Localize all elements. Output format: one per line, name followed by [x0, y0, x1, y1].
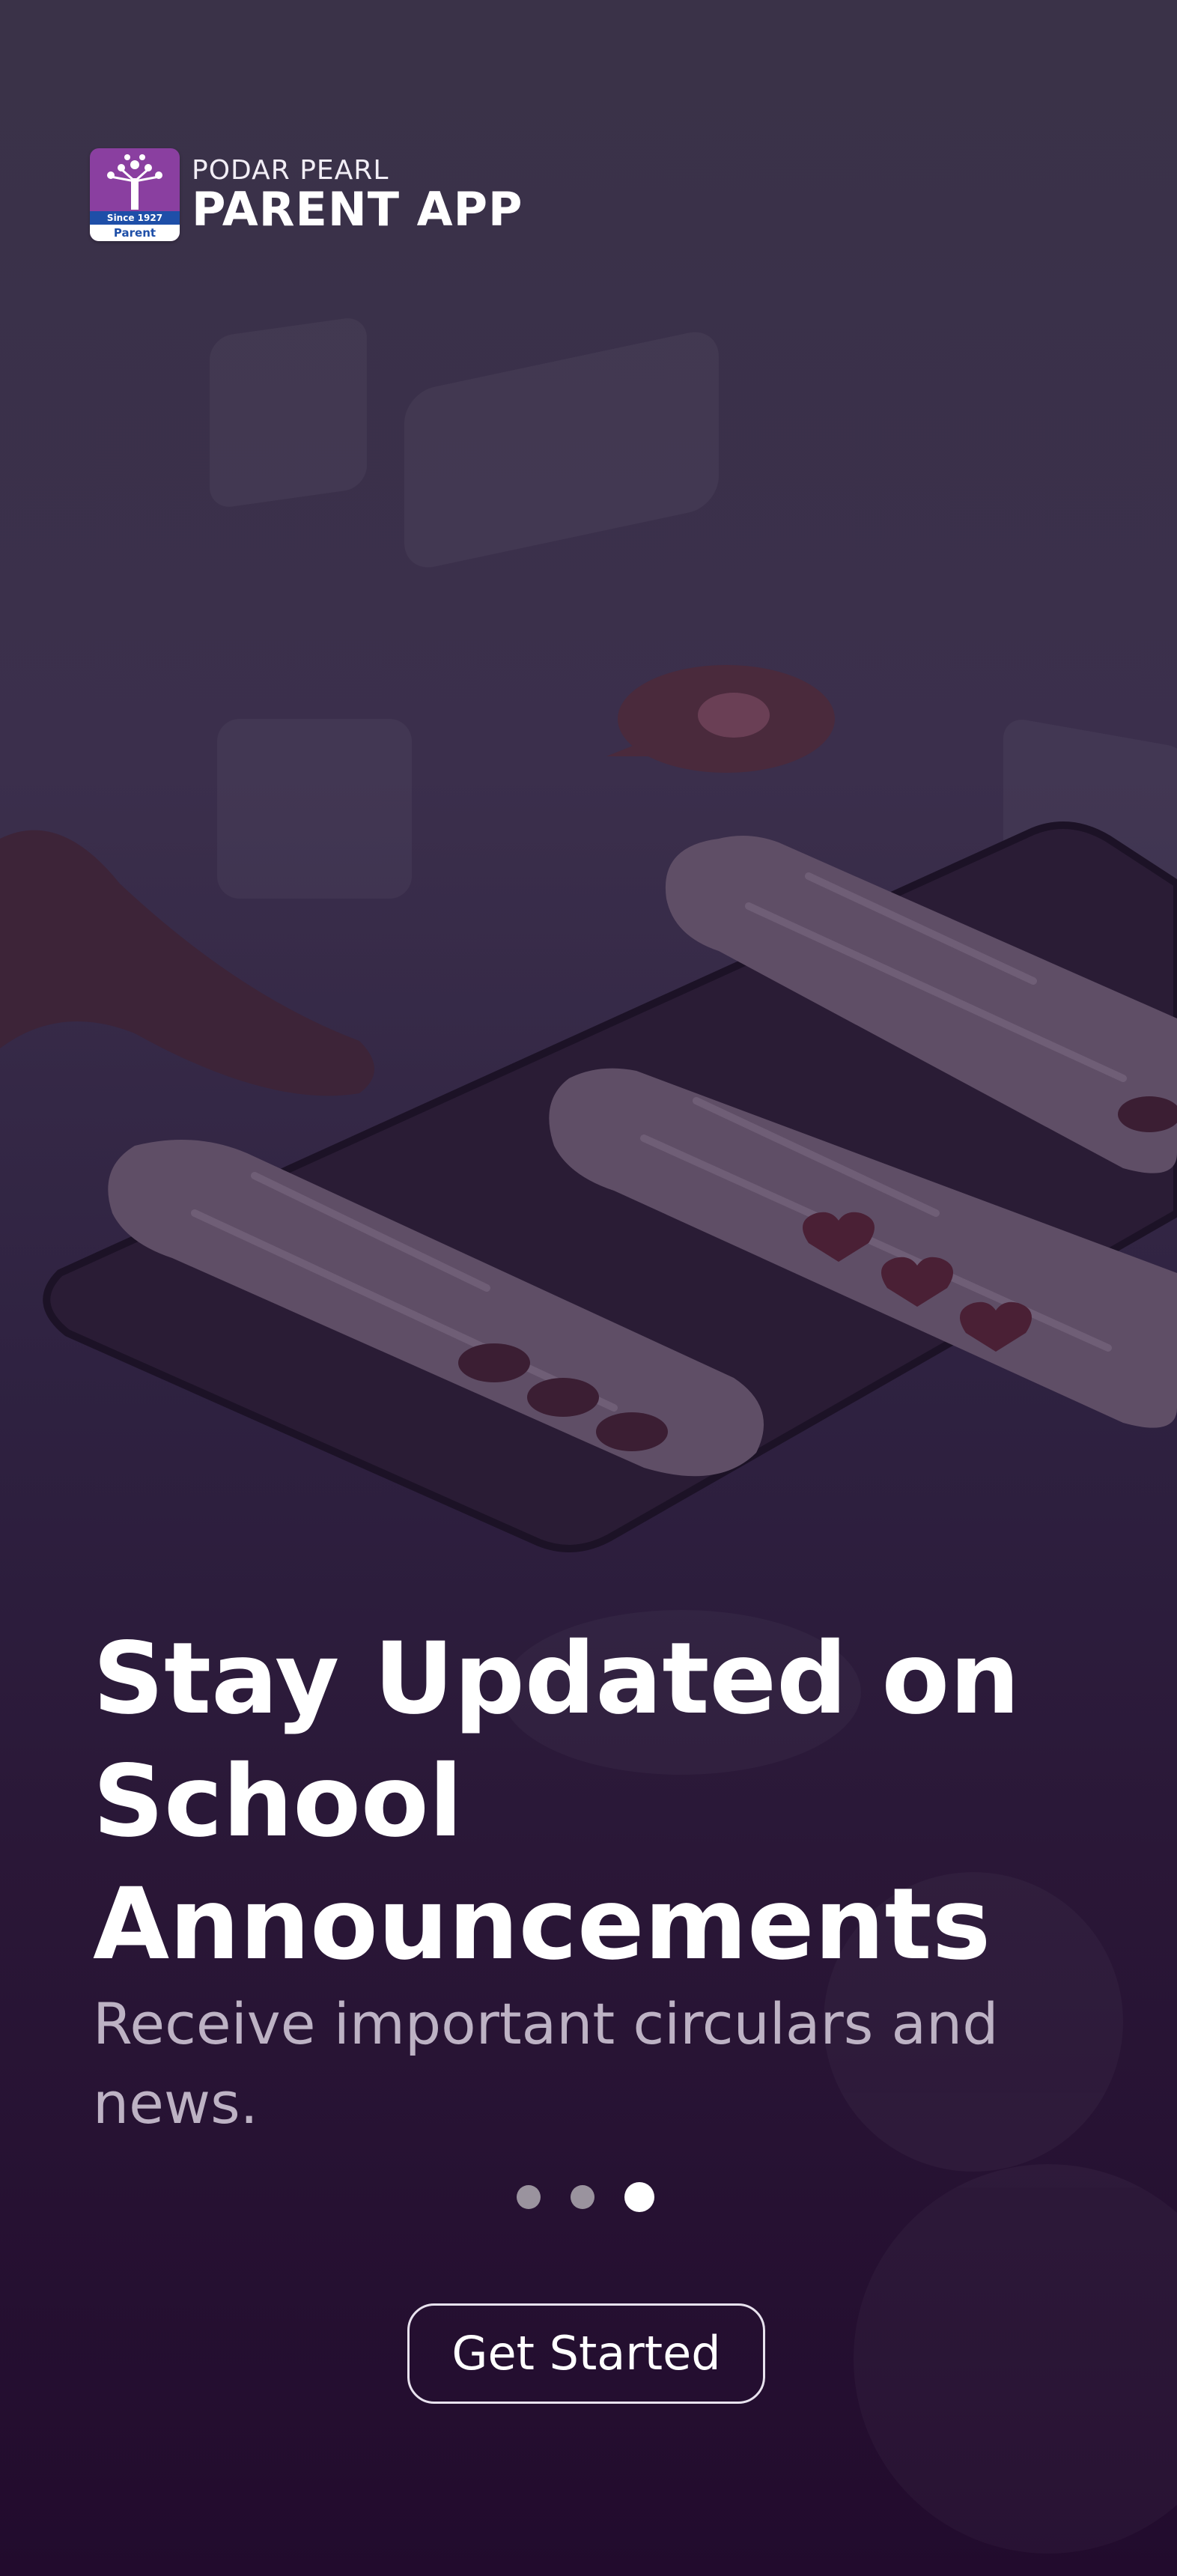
page-dot-1[interactable] [517, 2185, 541, 2209]
brand-name: PODAR PEARL [192, 155, 389, 186]
app-brand: Since 1927 Parent PODAR PEARL PARENT APP [90, 148, 523, 241]
app-name: PARENT APP [192, 182, 523, 237]
background-cards [210, 318, 1177, 899]
slide-title: Stay Updated on School Announcements [93, 1621, 1021, 1982]
brand-text: PODAR PEARL PARENT APP [192, 156, 523, 234]
page-dot-2[interactable] [571, 2185, 594, 2209]
logo-since-text: Since 1927 [90, 211, 180, 225]
podar-logo-icon: Since 1927 Parent [90, 148, 180, 241]
emoji-bubble-icon [606, 665, 835, 773]
get-started-button[interactable]: Get Started [407, 2303, 765, 2404]
slide-subtitle: Receive important circulars and news. [93, 1990, 999, 2136]
tree-logo-icon [107, 154, 162, 210]
logo-parent-text: Parent [90, 225, 180, 241]
page-dot-3-active[interactable] [624, 2182, 654, 2212]
page-indicator [517, 2182, 654, 2212]
